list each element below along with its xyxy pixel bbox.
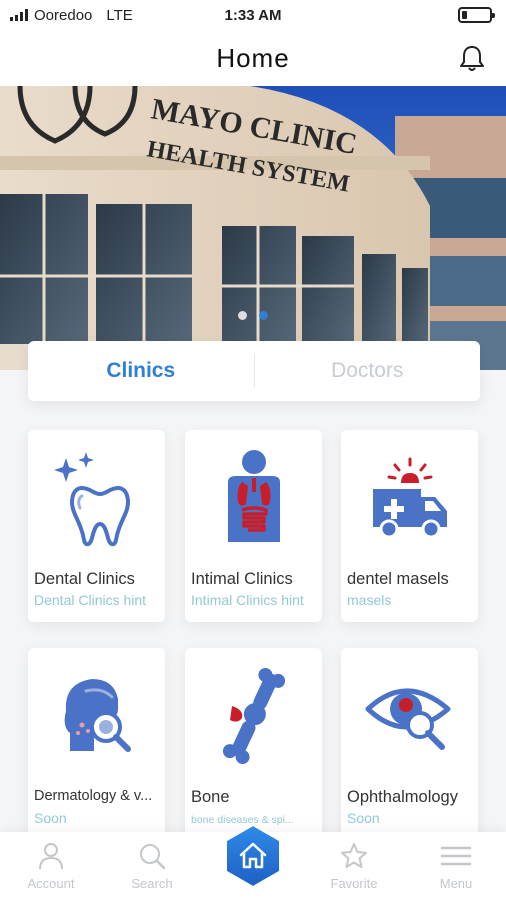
tab-doctors[interactable]: Doctors xyxy=(255,341,481,401)
clinic-name: Ophthalmology xyxy=(347,788,458,806)
organs-icon xyxy=(185,430,322,565)
network-type: LTE xyxy=(106,6,133,24)
skin-magnifier-icon xyxy=(28,648,165,783)
hero-carousel[interactable]: MAYO CLINIC HEALTH SYSTEM xyxy=(0,86,506,370)
clinic-card-dental[interactable]: Dental Clinics Dental Clinics hint xyxy=(28,430,165,622)
ambulance-icon xyxy=(341,430,478,565)
nav-label: Favorite xyxy=(330,876,378,891)
clinic-card-intimal[interactable]: Intimal Clinics Intimal Clinics hint xyxy=(185,430,322,622)
eye-icon xyxy=(341,648,478,783)
category-tabs: Clinics Doctors xyxy=(28,341,480,401)
nav-account[interactable]: Account xyxy=(11,842,91,891)
clinic-hint: Soon xyxy=(347,810,380,826)
bone-joint-icon xyxy=(185,648,322,783)
page-title: Home xyxy=(216,42,290,73)
clinic-card-bone[interactable]: Bone bone diseases & spi... xyxy=(185,648,322,840)
clinic-name: Intimal Clinics xyxy=(191,570,293,588)
home-button[interactable] xyxy=(220,823,286,889)
nav-menu[interactable]: Menu xyxy=(416,842,496,891)
app-header: Home xyxy=(0,30,506,86)
clinic-card-dentel-masels[interactable]: dentel masels masels xyxy=(341,430,478,622)
carousel-dot-1[interactable] xyxy=(238,311,247,320)
clinic-hint: Intimal Clinics hint xyxy=(191,592,304,608)
tooth-icon xyxy=(28,430,165,565)
carousel-dots[interactable] xyxy=(0,311,506,320)
nav-label: Account xyxy=(27,876,75,891)
signal-icon xyxy=(10,9,28,21)
clinic-hint: masels xyxy=(347,592,392,608)
bell-icon[interactable] xyxy=(456,42,488,74)
carousel-dot-2[interactable] xyxy=(259,311,268,320)
battery-icon xyxy=(458,7,495,23)
clinic-hint: Dental Clinics hint xyxy=(34,592,147,608)
carrier-name: Ooredoo xyxy=(34,6,93,24)
clinic-name: Bone xyxy=(191,788,230,806)
person-icon xyxy=(39,843,63,870)
nav-search[interactable]: Search xyxy=(112,842,192,891)
nav-label: Search xyxy=(131,876,173,891)
search-icon xyxy=(140,844,166,870)
tab-clinics[interactable]: Clinics xyxy=(28,341,254,401)
nav-label: Menu xyxy=(439,876,473,891)
nav-favorite[interactable]: Favorite xyxy=(314,842,394,891)
clinic-card-ophthalmology[interactable]: Ophthalmology Soon xyxy=(341,648,478,840)
star-icon xyxy=(341,843,367,868)
clinic-hint: Soon xyxy=(34,810,67,826)
home-icon xyxy=(225,823,281,889)
clinic-name: Dental Clinics xyxy=(34,570,135,588)
clinic-name: Dermatology & v... xyxy=(34,788,153,804)
clinic-name: dentel masels xyxy=(347,570,449,588)
status-bar: Ooredoo LTE 1:33 AM xyxy=(0,0,506,30)
menu-icon xyxy=(440,846,472,866)
hero-image: MAYO CLINIC HEALTH SYSTEM xyxy=(0,86,506,370)
clinic-card-dermatology[interactable]: Dermatology & v... Soon xyxy=(28,648,165,840)
